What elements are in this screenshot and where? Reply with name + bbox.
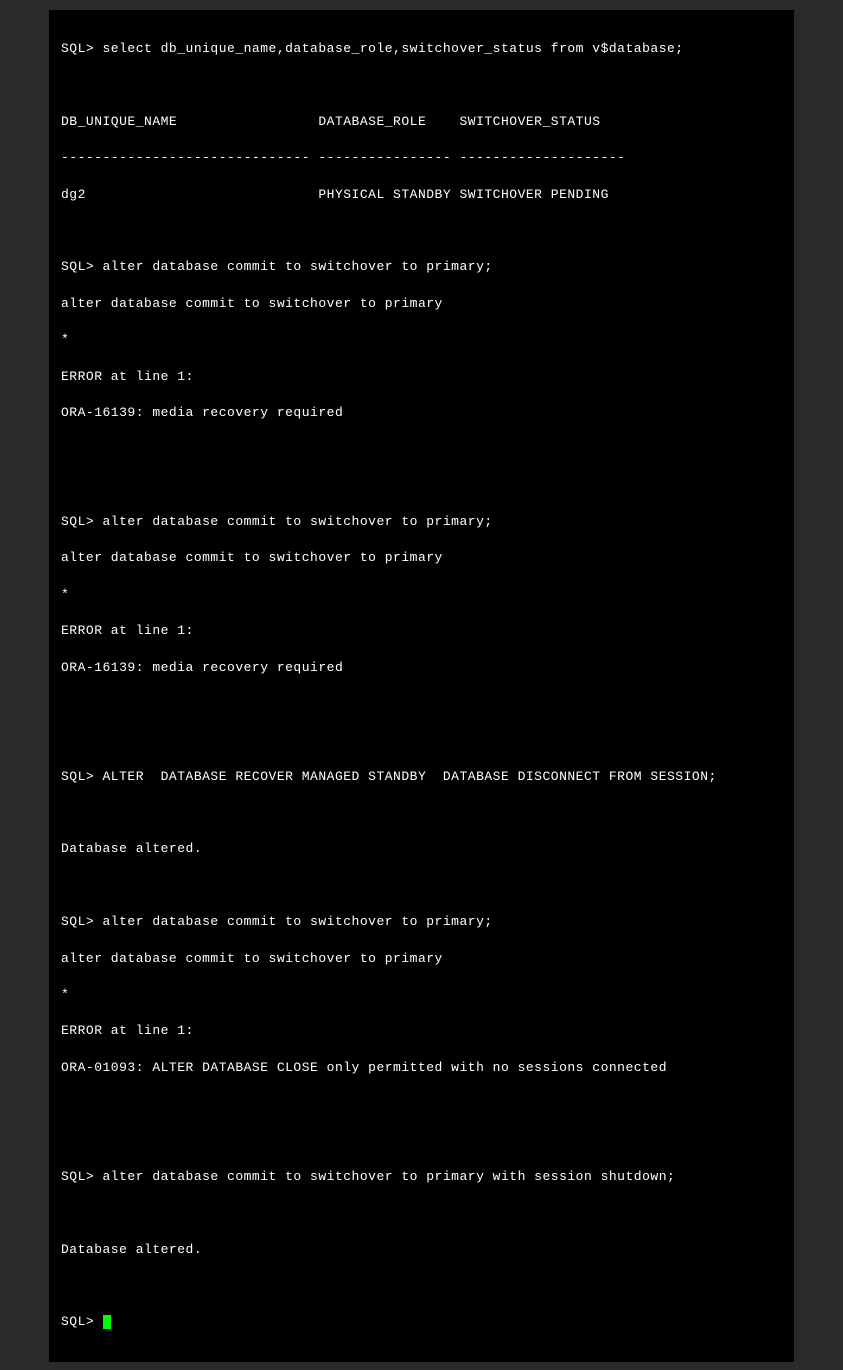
terminal-line: SQL> alter database commit to switchover… [61, 258, 782, 276]
terminal-line: * [61, 986, 782, 1004]
terminal-line: ERROR at line 1: [61, 1022, 782, 1040]
terminal-line: ERROR at line 1: [61, 368, 782, 386]
terminal-line: SQL> select db_unique_name,database_role… [61, 40, 782, 58]
terminal-line: alter database commit to switchover to p… [61, 295, 782, 313]
terminal-line [61, 1204, 782, 1222]
terminal-line [61, 440, 782, 458]
terminal-line: alter database commit to switchover to p… [61, 950, 782, 968]
terminal-line: SQL> alter database commit to switchover… [61, 513, 782, 531]
terminal-line [61, 477, 782, 495]
terminal-line [61, 695, 782, 713]
terminal-line: * [61, 331, 782, 349]
terminal-line: Database altered. [61, 1241, 782, 1259]
terminal-line: ------------------------------ ---------… [61, 149, 782, 167]
terminal-line: ERROR at line 1: [61, 622, 782, 640]
terminal-line: dg2 PHYSICAL STANDBY SWITCHOVER PENDING [61, 186, 782, 204]
terminal-window[interactable]: SQL> select db_unique_name,database_role… [49, 10, 794, 1362]
cursor-icon [103, 1315, 111, 1329]
terminal-line: SQL> ALTER DATABASE RECOVER MANAGED STAN… [61, 768, 782, 786]
terminal-line [61, 77, 782, 95]
terminal-line [61, 877, 782, 895]
sql-prompt: SQL> [61, 1314, 103, 1329]
terminal-line: ORA-16139: media recovery required [61, 659, 782, 677]
terminal-prompt-line[interactable]: SQL> [61, 1313, 782, 1331]
terminal-line [61, 804, 782, 822]
terminal-line: SQL> alter database commit to switchover… [61, 1168, 782, 1186]
terminal-line: alter database commit to switchover to p… [61, 549, 782, 567]
terminal-line: * [61, 586, 782, 604]
terminal-line: ORA-16139: media recovery required [61, 404, 782, 422]
terminal-line [61, 1095, 782, 1113]
terminal-line [61, 1131, 782, 1149]
terminal-line: DB_UNIQUE_NAME DATABASE_ROLE SWITCHOVER_… [61, 113, 782, 131]
terminal-line [61, 731, 782, 749]
terminal-line: ORA-01093: ALTER DATABASE CLOSE only per… [61, 1059, 782, 1077]
terminal-line [61, 222, 782, 240]
terminal-line: SQL> alter database commit to switchover… [61, 913, 782, 931]
terminal-line [61, 1277, 782, 1295]
terminal-line: Database altered. [61, 840, 782, 858]
